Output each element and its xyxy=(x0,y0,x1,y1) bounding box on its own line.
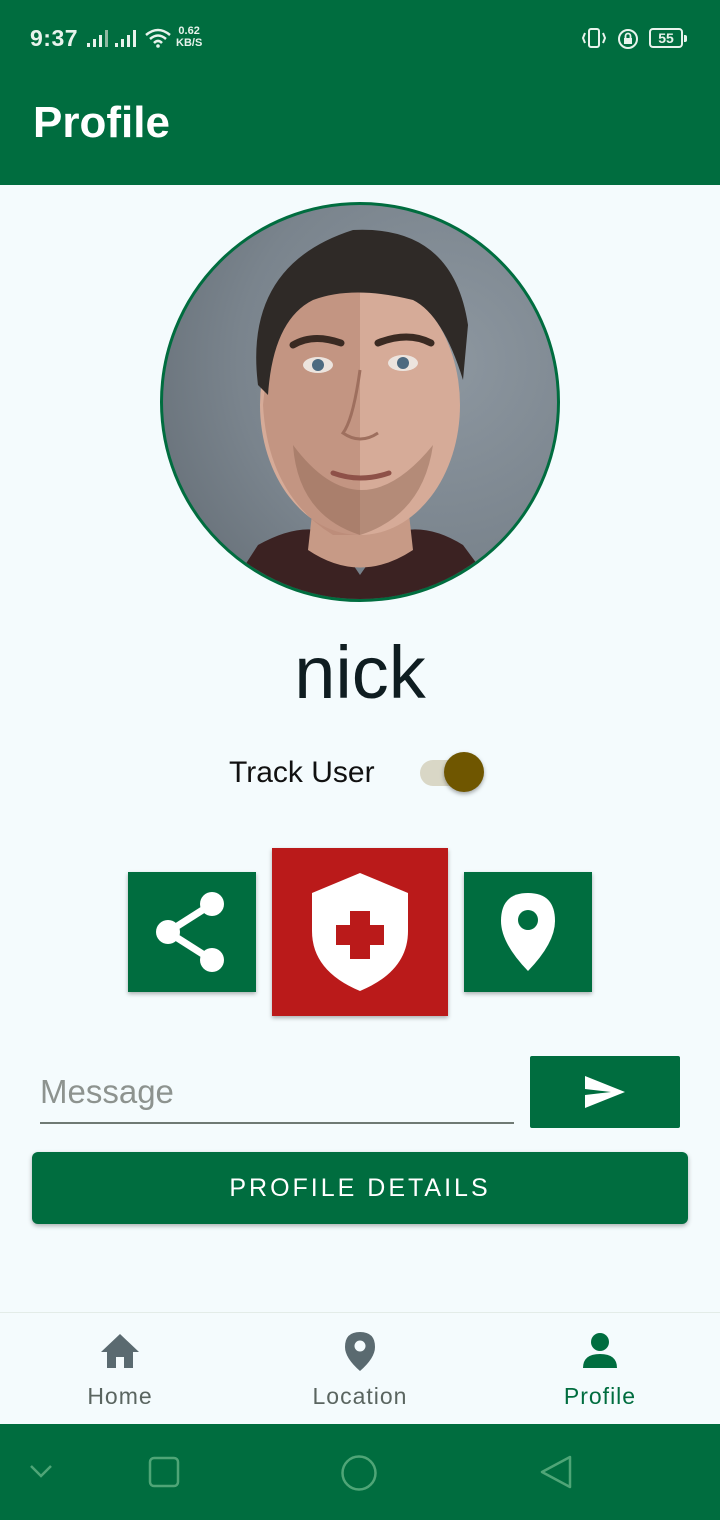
toggle-thumb xyxy=(444,752,484,792)
back-icon[interactable] xyxy=(538,1454,574,1490)
home-icon xyxy=(101,1334,139,1368)
signal-icon xyxy=(87,30,108,47)
avatar-photo xyxy=(223,229,503,599)
network-speed: 0.62 KB/S xyxy=(176,25,202,49)
battery-indicator: 55 xyxy=(649,28,687,48)
wifi-icon xyxy=(145,28,171,48)
status-time: 9:37 xyxy=(30,25,79,51)
message-input[interactable] xyxy=(40,1062,514,1124)
location-button[interactable] xyxy=(464,872,592,992)
network-speed-value: 0.62 xyxy=(178,25,200,37)
nav-label-location: Location xyxy=(312,1383,408,1409)
profile-details-button[interactable]: PROFILE DETAILS xyxy=(32,1152,688,1224)
person-icon xyxy=(583,1333,617,1368)
sos-button[interactable] xyxy=(272,848,448,1016)
share-button[interactable] xyxy=(128,872,256,992)
chevron-down-icon[interactable] xyxy=(28,1462,54,1480)
nav-label-home: Home xyxy=(87,1383,153,1409)
home-circle-icon[interactable] xyxy=(340,1454,378,1492)
nav-item-location[interactable]: Location xyxy=(240,1313,480,1425)
nav-item-home[interactable]: Home xyxy=(0,1313,240,1425)
status-bar: 9:37 0.62 KB/S 55 xyxy=(0,0,720,78)
nav-label-profile: Profile xyxy=(563,1383,637,1409)
send-icon xyxy=(585,1076,625,1108)
page-title: Profile xyxy=(33,98,170,147)
bottom-navigation: Home Location Profile xyxy=(0,1312,720,1424)
medical-shield-icon xyxy=(312,873,408,991)
send-button[interactable] xyxy=(530,1056,680,1128)
app-bar: Profile xyxy=(0,78,720,185)
track-user-toggle[interactable] xyxy=(418,752,488,792)
location-pin-icon xyxy=(345,1332,375,1371)
share-icon xyxy=(156,892,224,972)
nav-item-profile[interactable]: Profile xyxy=(480,1313,720,1425)
track-user-label: Track User xyxy=(229,756,375,789)
profile-avatar xyxy=(160,202,560,602)
screen: 9:37 0.62 KB/S 55 Profile nick Track Use… xyxy=(0,0,720,1520)
system-navigation-bar xyxy=(0,1424,720,1520)
recents-icon[interactable] xyxy=(148,1456,180,1488)
network-speed-unit: KB/S xyxy=(176,37,203,49)
vibrate-icon xyxy=(581,28,607,48)
username: nick xyxy=(294,631,426,714)
location-pin-icon xyxy=(501,893,555,971)
rotation-lock-icon xyxy=(618,29,638,49)
signal-icon xyxy=(115,30,136,47)
